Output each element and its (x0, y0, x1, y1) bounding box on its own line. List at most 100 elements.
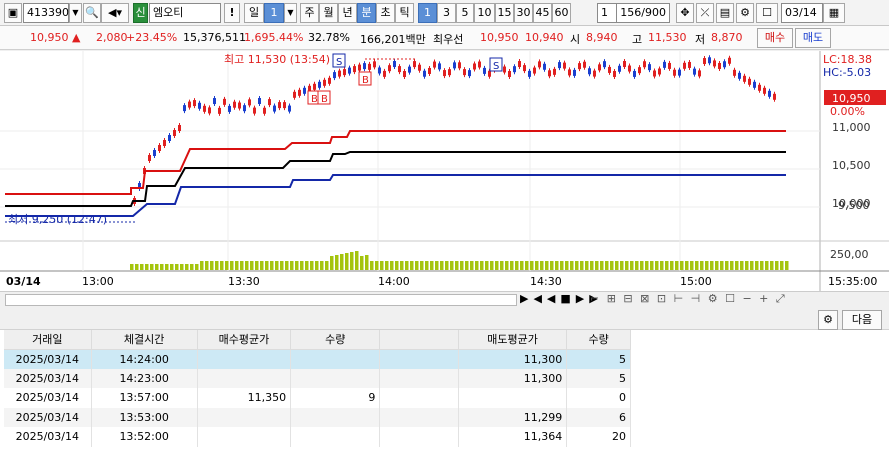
gear-icon[interactable]: ⚙ (818, 310, 838, 330)
volume-bar (625, 261, 629, 270)
column-header[interactable]: 체결시간 (91, 330, 198, 350)
candle-body (758, 84, 761, 91)
candle-body (593, 70, 596, 77)
volume-bar (430, 261, 434, 270)
tool-cross-icon[interactable]: ✥ (676, 3, 694, 23)
interval-30-button[interactable]: 30 (514, 3, 533, 23)
column-header[interactable]: 수량 (566, 330, 631, 350)
code-dropdown-icon[interactable]: ▼ (69, 3, 82, 23)
interval-45-button[interactable]: 45 (533, 3, 552, 23)
period-1-button[interactable]: 월 (319, 3, 338, 23)
volume-bar (515, 261, 519, 270)
column-header[interactable]: 매수평균가 (197, 330, 292, 350)
column-header[interactable]: 수량 (290, 330, 381, 350)
candle-body (178, 125, 181, 131)
svg-text:B: B (362, 75, 369, 86)
candle-body (693, 68, 696, 75)
current-price-tag: 10,950 (832, 92, 871, 105)
calendar-icon[interactable]: ▦ (823, 3, 845, 23)
candle-body (763, 87, 766, 94)
candle-body (773, 93, 776, 100)
range-field[interactable]: 156/900 (616, 3, 670, 23)
table-row[interactable]: 2025/03/14 13:52:00 11,364 20 (4, 427, 631, 447)
tool-ruler-icon[interactable]: ⤫ (696, 3, 714, 23)
table-cell: 2025/03/14 (4, 407, 92, 427)
window-icon[interactable]: ▣ (4, 3, 22, 23)
ask-price: 10,950 (480, 31, 519, 44)
candle-body (563, 62, 566, 69)
interval-1-button[interactable]: 1 (418, 3, 437, 23)
column-header[interactable]: 거래일 (4, 330, 92, 350)
candle-body (638, 67, 641, 74)
volume-bar (425, 261, 429, 270)
volume-bar (435, 261, 439, 270)
volume-bar (530, 261, 534, 270)
volume-bar (165, 264, 169, 270)
sell-button[interactable]: 매도 (795, 28, 831, 48)
date-checkbox[interactable]: ☐ (756, 3, 778, 23)
amount: 166,201백만 (360, 33, 426, 46)
candle-body (258, 98, 261, 105)
interval-15-button[interactable]: 15 (495, 3, 514, 23)
stock-name-field[interactable]: 엠오티 (149, 3, 221, 23)
stock-code-input[interactable]: 413390 (23, 3, 69, 23)
interval-60-button[interactable]: 60 (552, 3, 571, 23)
period-4-button[interactable]: 초 (376, 3, 395, 23)
table-cell (379, 407, 459, 427)
volume-bar (155, 264, 159, 270)
volume-bar (295, 261, 299, 270)
period-5-button[interactable]: 틱 (395, 3, 414, 23)
gear-icon[interactable]: ⚙ (736, 3, 754, 23)
table-row[interactable]: 2025/03/14 14:24:00 11,300 5 (4, 349, 631, 369)
table-cell (458, 388, 568, 408)
interval-5-button[interactable]: 5 (456, 3, 474, 23)
interval-10-button[interactable]: 10 (474, 3, 495, 23)
volume-bar (325, 261, 329, 270)
period-2-button[interactable]: 년 (338, 3, 357, 23)
volume-bar (670, 261, 674, 270)
interval-3-button[interactable]: 3 (437, 3, 456, 23)
volume-bar (175, 264, 179, 270)
candle-body (488, 70, 491, 77)
date-input[interactable]: 03/14 (781, 3, 823, 23)
candle-body (673, 69, 676, 76)
volume-bar (420, 261, 424, 270)
volume-bar (280, 261, 284, 270)
table-row[interactable]: 2025/03/14 13:57:00 11,350 9 0 (4, 388, 631, 408)
price-chart[interactable]: 최고 11,530 (13:54) 최저 9,250 (12:47) S S B… (0, 51, 889, 291)
period-num-button[interactable]: 1 (264, 3, 284, 23)
candle-body (333, 72, 336, 79)
current-price: 10,950 (30, 31, 69, 44)
chart-scrollbar[interactable] (5, 294, 517, 306)
candle-body (203, 105, 206, 112)
candle-body (433, 61, 436, 68)
alert-button[interactable]: ! (224, 3, 240, 23)
volume-bar (475, 261, 479, 270)
next-button[interactable]: 다음 (842, 310, 882, 330)
period-day-button[interactable]: 일 (244, 3, 264, 23)
period-0-button[interactable]: 주 (300, 3, 319, 23)
candle-body (443, 70, 446, 77)
table-row[interactable]: 2025/03/14 13:53:00 11,299 6 (4, 407, 631, 427)
save-icon[interactable]: ▤ (716, 3, 734, 23)
period-3-button[interactable]: 분 (357, 3, 376, 23)
buy-button[interactable]: 매수 (757, 28, 793, 48)
volume-bar (395, 261, 399, 270)
column-header[interactable] (379, 330, 459, 350)
table-cell (197, 427, 292, 447)
volume-bar (355, 251, 359, 270)
table-row[interactable]: 2025/03/14 14:23:00 11,300 5 (4, 368, 631, 388)
sound-icon[interactable]: ◀▾ (101, 3, 129, 23)
volume-bar (335, 255, 339, 270)
volume-bar (240, 261, 244, 270)
volume-bar (560, 261, 564, 270)
search-icon[interactable]: 🔍 (83, 3, 101, 23)
candle-body (278, 102, 281, 109)
volume-bar (710, 261, 714, 270)
column-header[interactable]: 매도평균가 (458, 330, 568, 350)
period-dropdown-icon[interactable]: ▼ (284, 3, 297, 23)
candle-body (343, 69, 346, 76)
drawing-tools[interactable]: ⌐ ⊞ ⊟ ⊠ ⊡ ⊢ ⊣ ⚙ ☐ − + ⤢ (590, 292, 787, 306)
volume-bar (745, 261, 749, 270)
candle-body (748, 78, 751, 85)
